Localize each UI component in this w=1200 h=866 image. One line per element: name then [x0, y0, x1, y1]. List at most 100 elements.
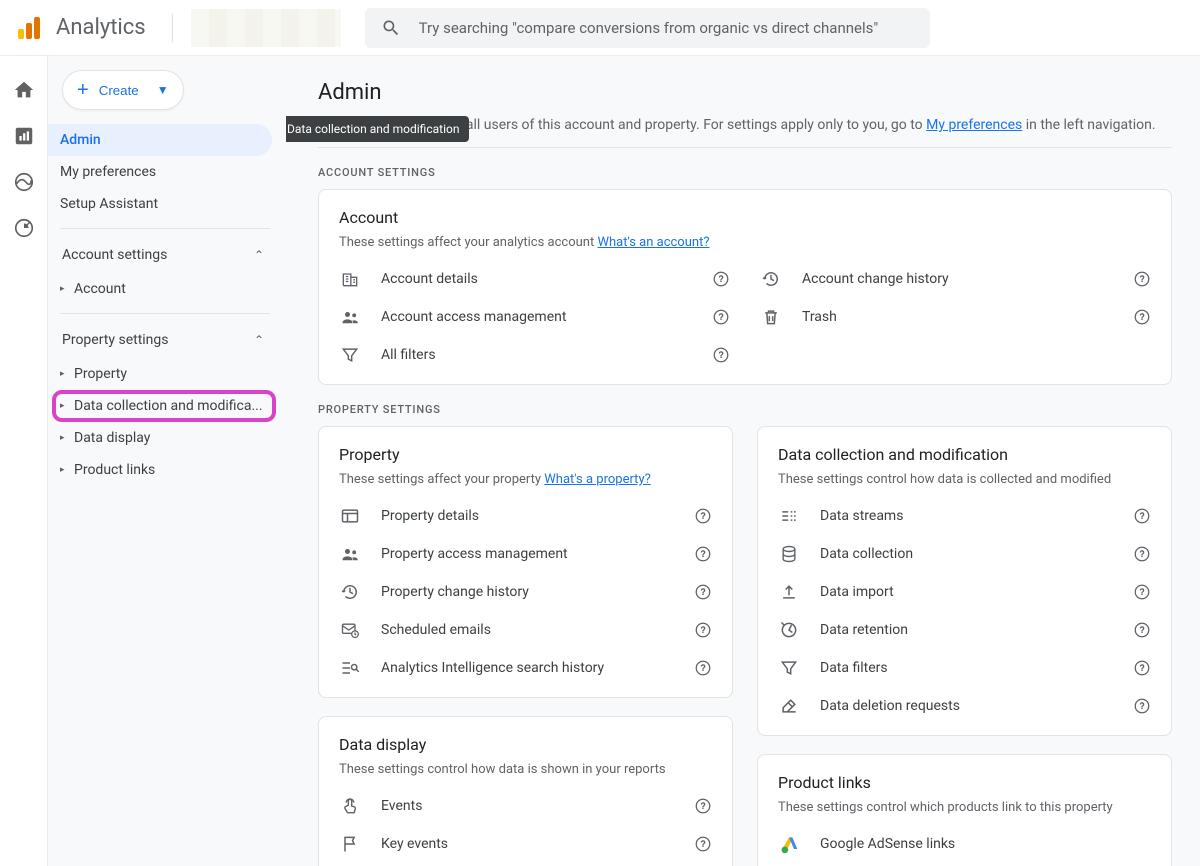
card-desc: These settings control how data is shown…: [339, 762, 712, 777]
page-divider: [318, 147, 1172, 148]
help-icon[interactable]: [694, 621, 712, 639]
nav-rail: [0, 56, 48, 866]
row-events[interactable]: Events: [339, 787, 712, 825]
help-icon[interactable]: [1133, 545, 1151, 563]
flag-icon: [339, 833, 361, 855]
create-button-label: Create: [99, 83, 139, 98]
help-icon[interactable]: [712, 346, 730, 364]
admin-sidebar: + Create ▼ Admin My preferences Setup As…: [48, 56, 286, 866]
caret-right-icon: ▸: [60, 369, 74, 379]
sidebar-item-account[interactable]: ▸ Account: [58, 273, 272, 305]
chevron-up-icon: ⌃: [254, 248, 264, 262]
chevron-up-icon: ⌃: [254, 333, 264, 347]
create-button[interactable]: + Create ▼: [62, 70, 184, 110]
topbar-separator: [172, 14, 173, 42]
sidebar-link-admin[interactable]: Admin: [48, 124, 272, 156]
help-icon[interactable]: [1133, 308, 1151, 326]
scheduled-email-icon: [339, 619, 361, 641]
card-data-display: Data display These settings control how …: [318, 716, 733, 866]
sidebar-link-setup-assistant[interactable]: Setup Assistant: [48, 188, 272, 220]
sidebar-divider: [60, 313, 270, 314]
help-icon[interactable]: [1133, 621, 1151, 639]
streams-icon: [778, 505, 800, 527]
section-label-account: ACCOUNT SETTINGS: [318, 166, 1172, 179]
help-icon[interactable]: [712, 270, 730, 288]
web-icon: [339, 505, 361, 527]
chevron-down-icon: ▼: [157, 83, 169, 97]
sidebar-link-my-preferences[interactable]: My preferences: [48, 156, 272, 188]
row-search-history[interactable]: Analytics Intelligence search history: [339, 649, 712, 687]
card-desc: These settings affect your analytics acc…: [339, 235, 1151, 250]
search-icon: [381, 18, 401, 38]
help-icon[interactable]: [712, 308, 730, 326]
help-icon[interactable]: [1133, 697, 1151, 715]
rail-advertising-icon[interactable]: [12, 216, 36, 240]
help-icon[interactable]: [694, 835, 712, 853]
main-content: Data collection and modification Admin T…: [286, 56, 1200, 866]
whats-a-property-link[interactable]: What's a property?: [544, 472, 650, 487]
row-data-deletion[interactable]: Data deletion requests: [778, 687, 1151, 725]
my-preferences-link[interactable]: My preferences: [926, 117, 1022, 133]
row-data-collection[interactable]: Data collection: [778, 535, 1151, 573]
app-name: Analytics: [56, 15, 146, 40]
row-data-import[interactable]: Data import: [778, 573, 1151, 611]
sidebar-item-property[interactable]: ▸ Property: [58, 358, 272, 390]
row-property-details[interactable]: Property details: [339, 497, 712, 535]
help-icon[interactable]: [694, 797, 712, 815]
retention-icon: [778, 619, 800, 641]
row-all-filters[interactable]: All filters: [339, 336, 730, 374]
search-input[interactable]: Try searching "compare conversions from …: [365, 8, 930, 48]
help-icon[interactable]: [1133, 507, 1151, 525]
history-icon: [339, 581, 361, 603]
sidebar-item-product-links[interactable]: ▸ Product links: [58, 454, 272, 486]
whats-an-account-link[interactable]: What's an account?: [597, 235, 709, 250]
row-account-details[interactable]: Account details: [339, 260, 730, 298]
help-icon[interactable]: [694, 545, 712, 563]
row-property-access[interactable]: Property access management: [339, 535, 712, 573]
help-icon[interactable]: [1133, 659, 1151, 677]
rail-home-icon[interactable]: [12, 78, 36, 102]
help-icon[interactable]: [1133, 270, 1151, 288]
caret-right-icon: ▸: [60, 284, 74, 294]
database-icon: [778, 543, 800, 565]
people-icon: [339, 543, 361, 565]
row-property-history[interactable]: Property change history: [339, 573, 712, 611]
row-key-events[interactable]: Key events: [339, 825, 712, 863]
card-property: Property These settings affect your prop…: [318, 426, 733, 698]
card-data-collection: Data collection and modification These s…: [757, 426, 1172, 736]
trash-icon: [760, 306, 782, 328]
property-selector[interactable]: [191, 9, 341, 47]
sidebar-item-data-collection[interactable]: ▸ Data collection and modifica...: [52, 390, 276, 422]
row-data-filters[interactable]: Data filters: [778, 649, 1151, 687]
history-icon: [760, 268, 782, 290]
caret-right-icon: ▸: [60, 401, 74, 411]
help-icon[interactable]: [694, 507, 712, 525]
touch-icon: [339, 795, 361, 817]
sidebar-item-data-display[interactable]: ▸ Data display: [58, 422, 272, 454]
help-icon[interactable]: [694, 583, 712, 601]
ga-logo-icon: [18, 17, 40, 39]
row-data-streams[interactable]: Data streams: [778, 497, 1151, 535]
rail-explore-icon[interactable]: [12, 170, 36, 194]
adsense-icon: [778, 833, 800, 855]
sidebar-group-property-settings[interactable]: Property settings ⌃: [58, 322, 272, 358]
card-title: Account: [339, 208, 1151, 227]
page-title: Admin: [318, 80, 1172, 105]
topbar: Analytics Try searching "compare convers…: [0, 0, 1200, 56]
help-icon[interactable]: [694, 659, 712, 677]
funnel-icon: [778, 657, 800, 679]
erase-icon: [778, 695, 800, 717]
card-desc: These settings affect your property What…: [339, 472, 712, 487]
sidebar-group-account-settings[interactable]: Account settings ⌃: [58, 237, 272, 273]
funnel-icon: [339, 344, 361, 366]
row-trash[interactable]: Trash: [760, 298, 1151, 336]
rail-reports-icon[interactable]: [12, 124, 36, 148]
row-account-access[interactable]: Account access management: [339, 298, 730, 336]
row-scheduled-emails[interactable]: Scheduled emails: [339, 611, 712, 649]
row-adsense-links[interactable]: Google AdSense links: [778, 825, 1151, 863]
tooltip-data-collection: Data collection and modification: [286, 116, 469, 142]
row-data-retention[interactable]: Data retention: [778, 611, 1151, 649]
row-account-history[interactable]: Account change history: [760, 260, 1151, 298]
help-icon[interactable]: [1133, 583, 1151, 601]
upload-icon: [778, 581, 800, 603]
